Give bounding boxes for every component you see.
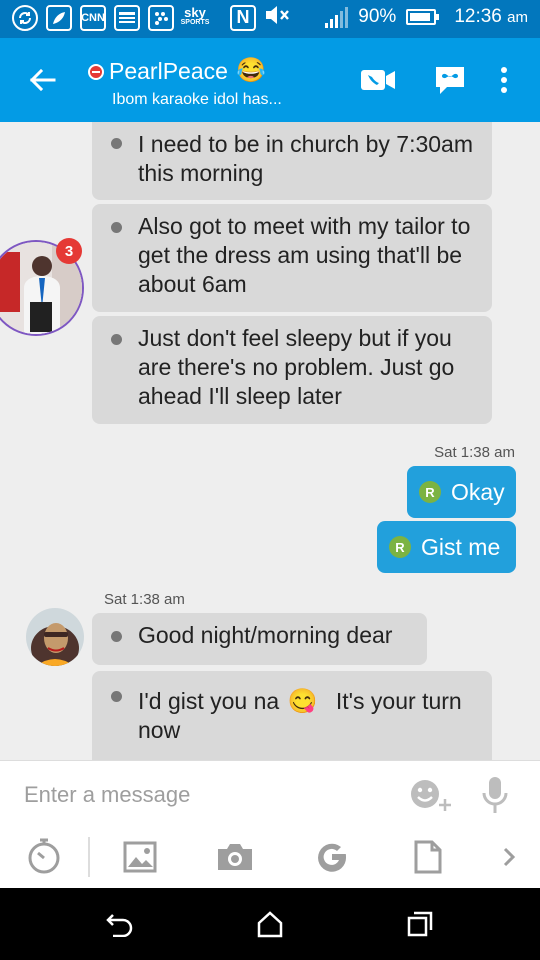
voice-input-button[interactable] bbox=[478, 773, 512, 817]
message-input[interactable] bbox=[24, 779, 384, 811]
message-text: Just don't feel sleepy but if you are th… bbox=[138, 325, 455, 409]
message-timestamp: Sat 1:38 am bbox=[434, 444, 515, 461]
leaf-icon bbox=[46, 4, 72, 31]
contact-status[interactable]: Ibom karaoke idol has... bbox=[112, 91, 282, 109]
gallery-icon bbox=[123, 841, 157, 873]
battery-percent: 90% bbox=[358, 6, 397, 27]
nfc-label: N bbox=[236, 7, 250, 27]
outgoing-message[interactable]: R Okay bbox=[407, 466, 516, 518]
message-timestamp: Sat 1:38 am bbox=[104, 591, 185, 608]
gallery-button[interactable] bbox=[120, 837, 160, 877]
news-icon bbox=[114, 4, 140, 31]
message-list[interactable]: I need to be in church by 7:30am this mo… bbox=[0, 122, 540, 760]
voice-message-button[interactable] bbox=[430, 60, 470, 100]
message-text: I need to be in church by 7:30am this mo… bbox=[138, 131, 473, 186]
chevron-right-icon bbox=[503, 847, 516, 867]
unread-count-badge: 3 bbox=[56, 238, 82, 264]
nav-home-button[interactable] bbox=[252, 906, 288, 942]
incoming-message[interactable]: I'd gist you na 😋 It's your turn now bbox=[92, 671, 492, 760]
bullet-dot bbox=[111, 691, 122, 702]
sports-label: SPORTS bbox=[180, 18, 210, 26]
incoming-message[interactable]: Just don't feel sleepy but if you are th… bbox=[92, 316, 492, 424]
message-text: Okay bbox=[451, 478, 505, 505]
cnn-label: CNN bbox=[81, 11, 105, 24]
more-options-icon bbox=[501, 67, 507, 93]
message-text: Good night/morning dear bbox=[138, 622, 393, 648]
nav-recents-button[interactable] bbox=[402, 906, 438, 942]
microphone-icon bbox=[482, 777, 508, 813]
blackberry-messenger-icon bbox=[148, 4, 174, 31]
video-call-button[interactable] bbox=[358, 60, 398, 100]
status-right: 90% 12:36 am bbox=[325, 6, 528, 28]
document-button[interactable] bbox=[410, 837, 446, 877]
sky-label: sky bbox=[184, 4, 206, 20]
sender-avatar[interactable] bbox=[26, 608, 84, 666]
recent-apps-icon bbox=[407, 911, 433, 937]
more-tools-button[interactable] bbox=[496, 841, 522, 873]
bullet-dot bbox=[111, 631, 122, 642]
contact-name[interactable]: PearlPeace bbox=[109, 58, 228, 85]
system-navigation-bar bbox=[0, 888, 540, 960]
read-receipt-badge: R bbox=[389, 536, 411, 558]
google-icon bbox=[318, 843, 347, 872]
contact-emoji: 😂 bbox=[236, 57, 266, 84]
bullet-dot bbox=[111, 222, 122, 233]
undo-back-icon bbox=[106, 914, 133, 937]
home-icon bbox=[257, 911, 283, 938]
video-call-icon bbox=[361, 70, 395, 90]
arrow-left-icon bbox=[29, 68, 56, 92]
notification-icons: CNN sky SPORTS N bbox=[12, 4, 292, 31]
timer-icon bbox=[28, 838, 60, 874]
status-bar: CNN sky SPORTS N 90% 12:36 am bbox=[0, 0, 540, 38]
sync-icon bbox=[12, 4, 38, 31]
cnn-icon: CNN bbox=[80, 4, 106, 31]
outgoing-message[interactable]: R Gist me bbox=[377, 521, 516, 573]
voice-message-icon bbox=[436, 67, 464, 94]
read-receipt-badge: R bbox=[419, 481, 441, 503]
bullet-dot bbox=[111, 334, 122, 345]
message-text: Gist me bbox=[421, 533, 501, 560]
camera-icon bbox=[218, 844, 252, 870]
avatar-photo bbox=[26, 608, 84, 666]
presence-indicator bbox=[88, 64, 104, 80]
back-button[interactable] bbox=[26, 64, 58, 96]
battery-fill bbox=[410, 13, 431, 21]
document-icon bbox=[414, 840, 442, 874]
clock-ampm: am bbox=[507, 9, 528, 26]
incoming-message[interactable]: Also got to meet with my tailor to get t… bbox=[92, 204, 492, 312]
google-button[interactable] bbox=[312, 837, 352, 877]
mute-icon bbox=[264, 4, 292, 31]
incoming-message[interactable]: I need to be in church by 7:30am this mo… bbox=[92, 122, 492, 200]
signal-icon bbox=[325, 6, 349, 28]
message-text: Also got to meet with my tailor to get t… bbox=[138, 213, 471, 297]
more-options-button[interactable] bbox=[484, 60, 524, 100]
message-text: I'd gist you na bbox=[138, 688, 280, 714]
camera-button[interactable] bbox=[214, 837, 256, 877]
clock-time: 12:36 bbox=[454, 6, 502, 27]
emoji-add-icon bbox=[411, 780, 451, 811]
nfc-icon: N bbox=[230, 4, 256, 31]
timer-button[interactable] bbox=[24, 835, 64, 877]
nav-back-button[interactable] bbox=[102, 906, 138, 942]
clock: 12:36 am bbox=[454, 6, 528, 28]
incoming-message[interactable]: Good night/morning dear bbox=[92, 613, 427, 665]
bullet-dot bbox=[111, 138, 122, 149]
toolbar-divider bbox=[88, 837, 90, 877]
sky-sports-icon: sky SPORTS bbox=[180, 4, 210, 31]
conversation-header: PearlPeace 😂 Ibom karaoke idol has... bbox=[0, 38, 540, 122]
battery-icon bbox=[406, 9, 440, 25]
emoji-button[interactable] bbox=[408, 775, 454, 815]
message-composer bbox=[0, 760, 540, 888]
wink-emoji: 😋 bbox=[287, 688, 318, 715]
